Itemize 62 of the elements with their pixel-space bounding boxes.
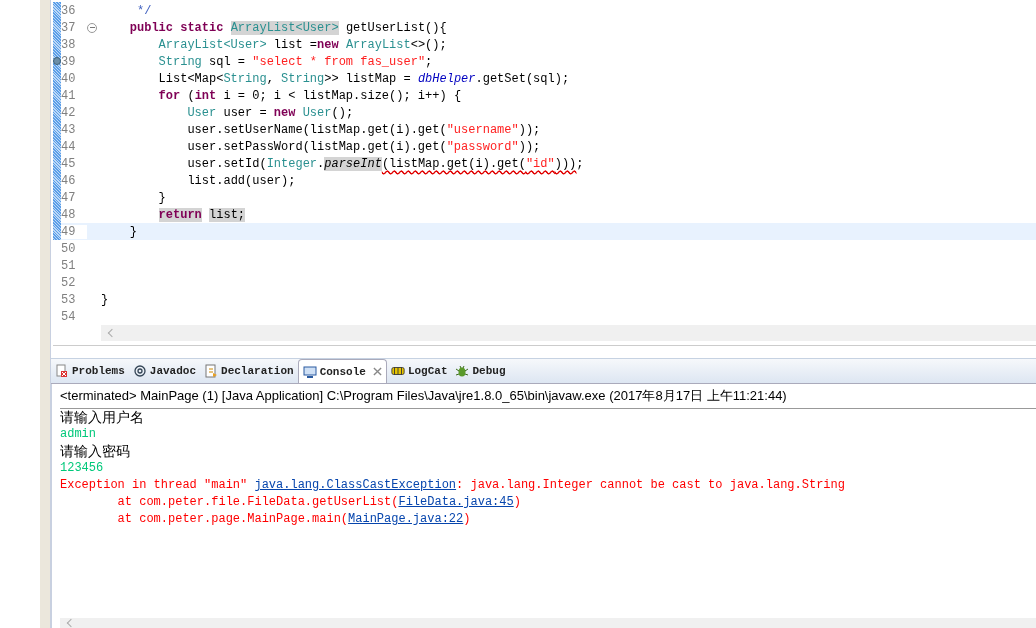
line-number: 42 [61,105,77,120]
line-number: 43 [61,122,77,137]
view-tab[interactable]: LogCat [386,359,452,383]
line-number: 36 [61,3,77,18]
console-line: 请输入密码 [60,443,131,460]
view-tab[interactable]: Debug [451,359,510,383]
view-tab[interactable]: Problems [51,359,129,383]
console-line: 请输入用户名 [60,409,145,426]
line-number: 46 [61,173,77,188]
code-line: String sql = "select * from fas_user"; [157,54,433,69]
console-line: 123456 [60,460,105,477]
console-line: Exception in thread "main" java.lang.ClassCastException: java.lang.Integer cannot be cast to java.lang.String [60,477,846,494]
breakpoint-icon[interactable] [53,57,61,65]
line-number: 40 [61,71,77,86]
problems-icon [55,364,69,378]
code-line: } [101,292,109,307]
code-line: } [157,190,166,205]
bug-icon [455,364,470,378]
line-number: 53 [61,292,77,307]
console-line: admin [60,426,97,443]
code-line: } [128,224,137,239]
line-number: 37 [61,20,77,35]
line-number: 38 [61,37,77,52]
code-line: return list; [157,207,246,222]
code-line: user.setId(Integer.parseInt(listMap.get(i).get("id"))); [186,156,584,171]
stack-link[interactable]: java.lang.ClassCastException [254,478,457,492]
line-number: 50 [61,241,77,256]
console-line: at com.peter.file.FileData.getUserList(FileData.java:45) [116,494,522,511]
horizontal-scrollbar[interactable] [60,618,1036,628]
console-line: at com.peter.page.MainPage.main(MainPage.java:22) [116,511,472,528]
code-line: User user = new User(); [186,105,354,120]
code-line: user.setUserName(listMap.get(i).get("username")); [186,122,541,137]
code-line: list.add(user); [186,173,296,188]
line-number: 49 [61,224,87,239]
view-tab[interactable]: Javadoc [128,359,201,383]
close-icon[interactable] [372,367,382,376]
horizontal-scrollbar[interactable] [101,325,1036,341]
stack-link[interactable]: FileData.java:45 [398,495,514,509]
logcat-icon [390,364,405,378]
line-number: 51 [61,258,77,273]
view-tab[interactable]: Console [297,359,387,383]
line-number: 44 [61,139,77,154]
collapse-icon[interactable] [87,22,97,33]
code-line: user.setPassWord(listMap.get(i).get("password")); [186,139,541,154]
line-number: 47 [61,190,77,205]
document-icon [204,364,219,378]
line-number: 39 [61,54,77,69]
line-number: 54 [61,309,77,324]
code-line: ArrayList<User> list =new ArrayList<>(); [157,37,447,52]
code-line: */ [136,3,152,18]
stack-link[interactable]: MainPage.java:22 [348,512,464,526]
view-tab[interactable]: Declaration [200,359,298,383]
line-number: 41 [61,88,77,103]
monitor-icon [302,364,317,379]
console-status: <terminated> MainPage (1) [Java Application] C:\Program Files\Java\jre1.8.0_65\bin\javaw.exe (2017年8月17日 上午11:21:44) [60,384,1036,409]
line-number: 45 [61,156,77,171]
code-line: for (int i = 0; i < listMap.size(); i++) { [157,88,462,103]
line-number: 52 [61,275,77,290]
code-editor[interactable] [53,0,1036,346]
code-line: List<Map<String, String>> listMap = dbHelper.getSet(sql); [157,71,570,86]
line-number: 48 [61,207,77,222]
code-line: public static ArrayList<User> getUserList(){ [128,20,447,35]
